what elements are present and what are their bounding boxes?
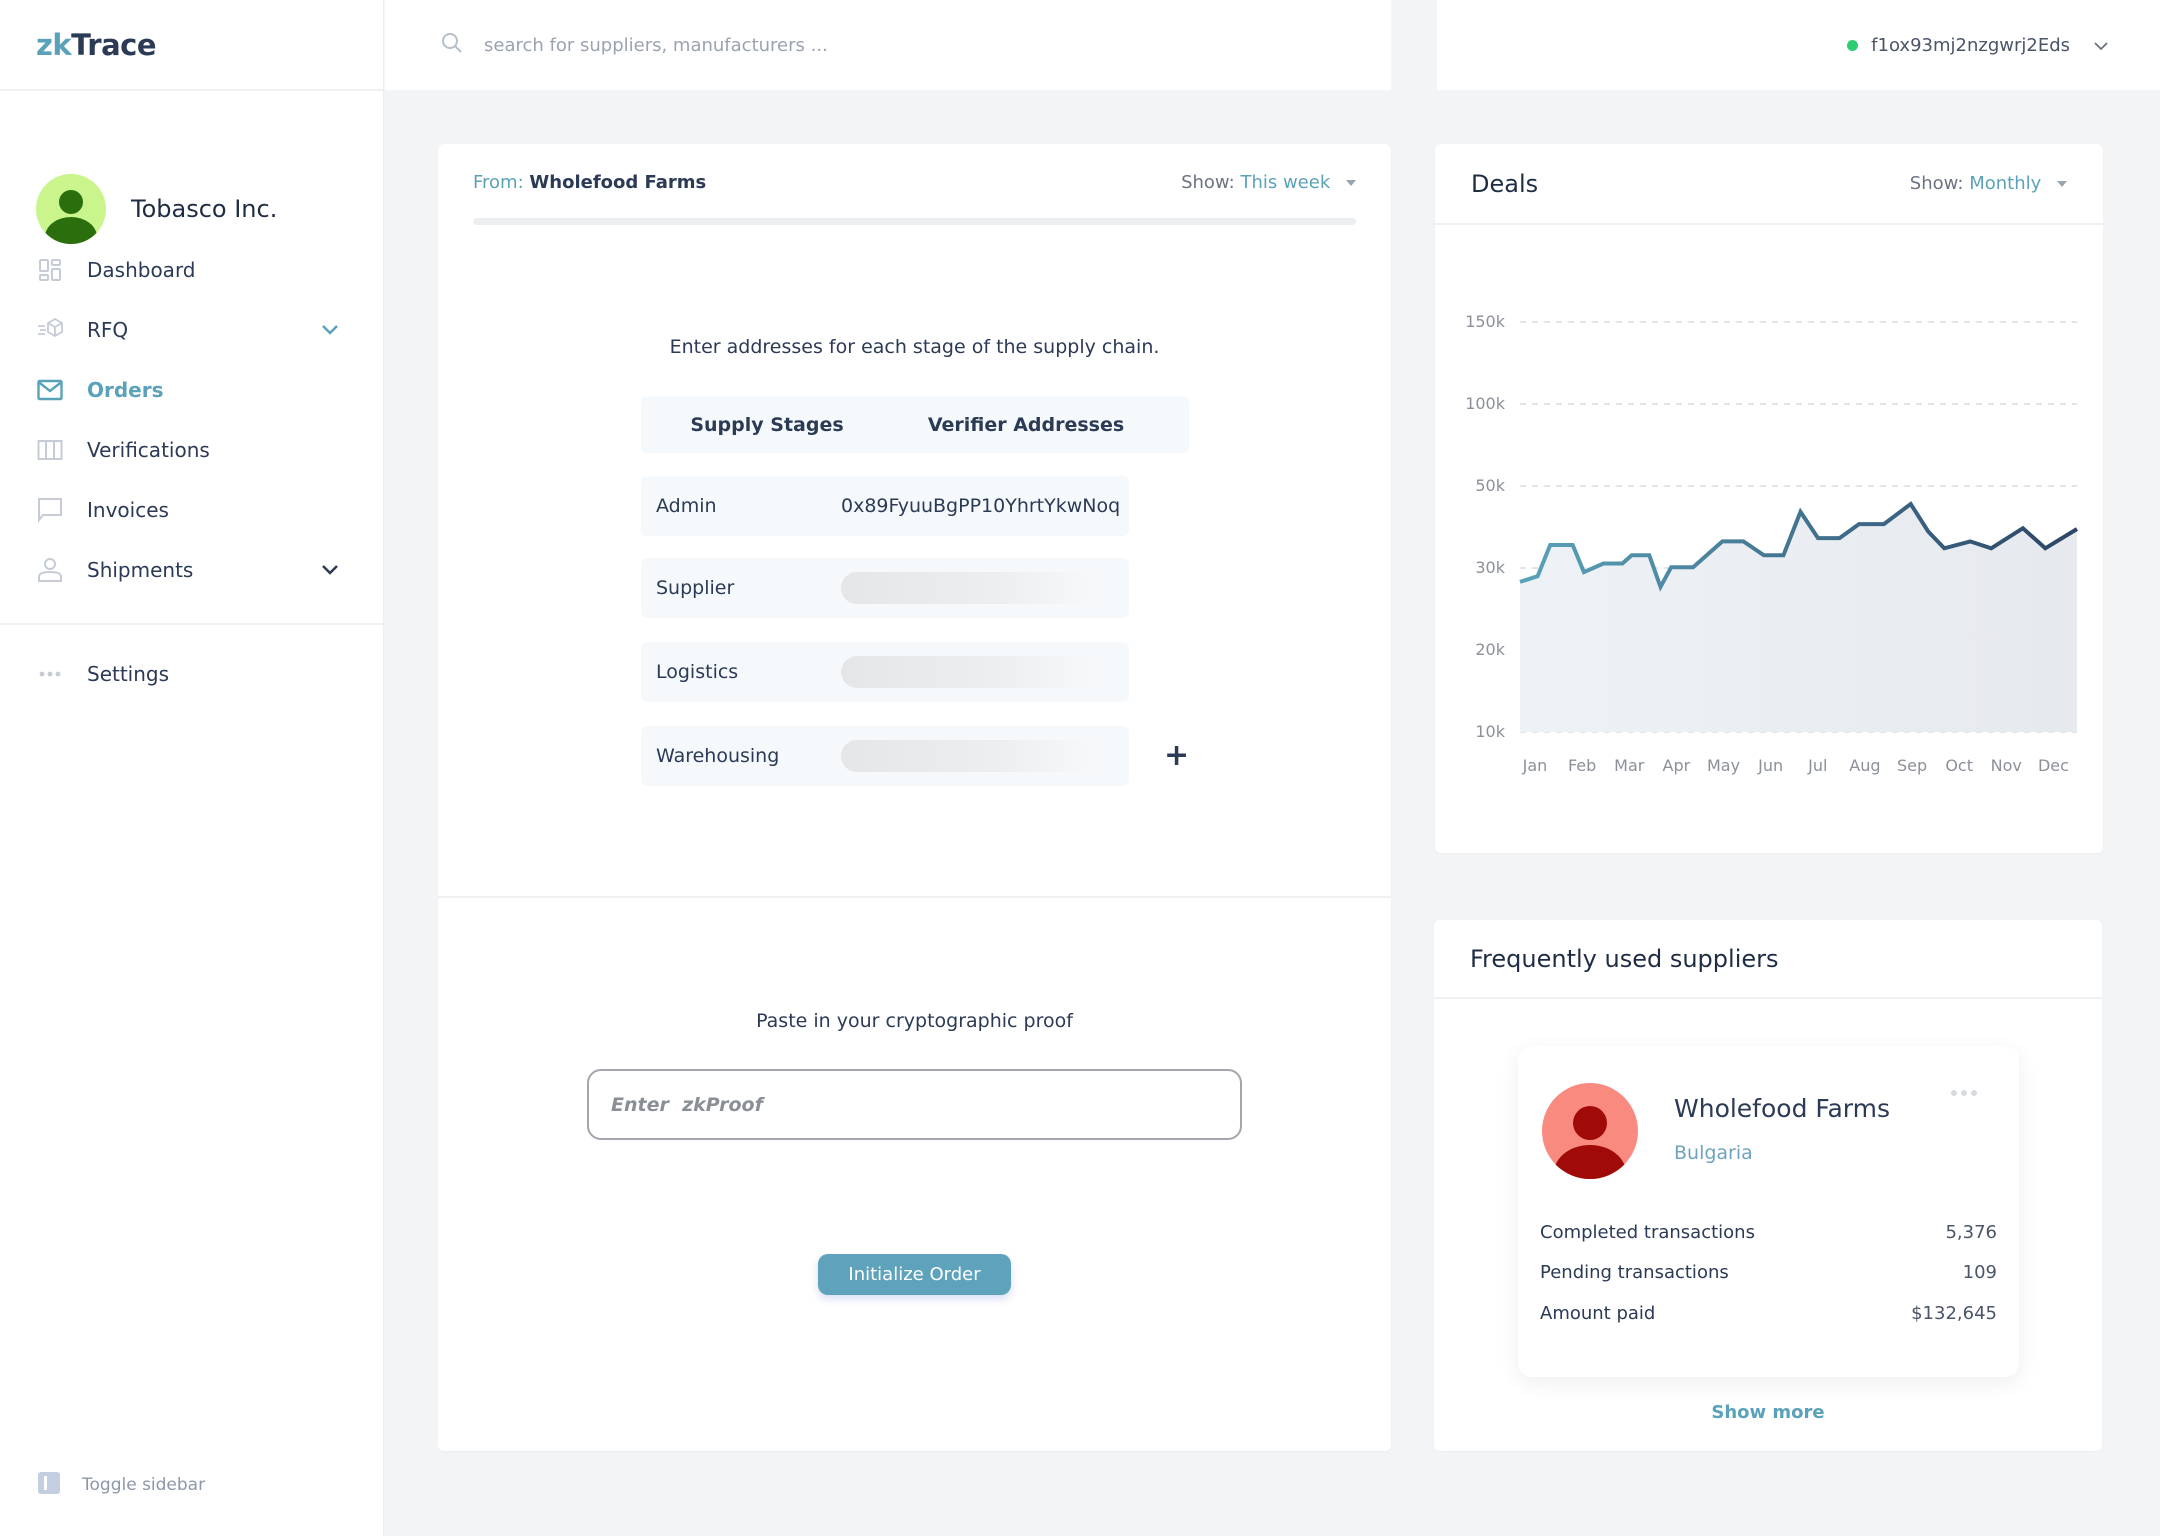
suppliers-card: Frequently used suppliers Wholefood Farm… (1434, 920, 2102, 1451)
sidebar-item-orders[interactable]: Orders (0, 360, 383, 420)
toggle-sidebar-button[interactable]: Toggle sidebar (38, 1472, 205, 1498)
show-more-link[interactable]: Show more (1434, 1402, 2102, 1423)
sidebar-item-settings[interactable]: Settings (0, 644, 383, 704)
table-row: Logistics (641, 642, 1129, 702)
column-header-stages: Supply Stages (690, 413, 844, 436)
more-dots-icon (36, 660, 64, 688)
x-tick-label: Jul (1807, 756, 1827, 775)
deals-card: Deals Show: Monthly 10k 20k 30k 50k 100k 150k… (1435, 144, 2103, 853)
search-bar (385, 0, 1391, 90)
column-header-addresses: Verifier Addresses (927, 413, 1125, 436)
supplier-name: Wholefood Farms (529, 172, 707, 193)
x-tick-label: Aug (1849, 756, 1880, 775)
x-tick-label: Jun (1757, 756, 1783, 775)
app-logo[interactable]: zkTrace (36, 28, 156, 62)
table-header: Supply Stages Verifier Addresses (641, 396, 1189, 453)
caret-down-icon (1346, 180, 1356, 186)
chevron-down-icon[interactable] (321, 561, 339, 580)
logo-bar: zkTrace (0, 0, 383, 91)
table-row: Admin 0x89FyuuBgPP10YhrtYkwNoq (641, 476, 1129, 536)
x-tick-label: May (1707, 756, 1740, 775)
stage-name: Admin (656, 495, 717, 517)
x-tick-label: Apr (1663, 756, 1691, 775)
initialize-order-button[interactable]: Initialize Order (818, 1254, 1011, 1295)
connection-status-dot (1847, 39, 1859, 51)
box-icon (36, 316, 64, 344)
y-tick-label: 100k (1465, 394, 1506, 413)
supplier-name: Wholefood Farms (1674, 1094, 1891, 1123)
warehousing-address-input[interactable] (841, 740, 1101, 772)
y-tick-label: 30k (1475, 558, 1505, 577)
supply-stages-table: Supply Stages Verifier Addresses Admin 0… (641, 396, 1189, 786)
stage-name: Supplier (656, 577, 735, 599)
stat-row: Pending transactions 109 (1540, 1262, 1997, 1283)
proof-label: Paste in your cryptographic proof (756, 1010, 1073, 1032)
chevron-down-icon[interactable] (321, 321, 339, 340)
wallet-selector[interactable]: f1ox93mj2nzgwrj2Eds (1847, 35, 2108, 56)
sidebar-item-settings-wrap: Settings (0, 644, 383, 704)
sidebar-item-rfq[interactable]: RFQ (0, 300, 383, 360)
supplier-avatar (1542, 1083, 1638, 1179)
sidebar-item-verifications[interactable]: Verifications (0, 420, 383, 480)
stat-row: Amount paid $132,645 (1540, 1303, 1997, 1324)
logistics-address-input[interactable] (841, 656, 1101, 688)
sidebar: zkTrace Tobasco Inc. Dashboard RFQ Order… (0, 0, 384, 1536)
chat-bubble-icon (36, 496, 64, 524)
x-tick-label: Jan (1522, 756, 1548, 775)
x-tick-label: Mar (1614, 756, 1645, 775)
order-progress-bar (473, 218, 1356, 225)
account-bar: f1ox93mj2nzgwrj2Eds (1437, 0, 2160, 90)
dashboard-grid-icon (36, 256, 64, 284)
y-tick-label: 50k (1475, 476, 1505, 495)
supplier-card[interactable]: Wholefood Farms Bulgaria Completed trans… (1518, 1046, 2019, 1377)
x-tick-label: Oct (1945, 756, 1973, 775)
section-divider (438, 896, 1391, 898)
stages-instruction: Enter addresses for each stage of the su… (669, 336, 1160, 358)
columns-icon (36, 436, 64, 464)
zkproof-input[interactable] (587, 1069, 1242, 1140)
search-icon (440, 31, 464, 59)
y-tick-label: 150k (1465, 312, 1506, 331)
supplier-address-input[interactable] (841, 572, 1101, 604)
sidebar-divider (0, 623, 383, 625)
table-row: Warehousing (641, 726, 1129, 786)
wallet-address: f1ox93mj2nzgwrj2Eds (1871, 34, 2070, 56)
deals-chart: 10k 20k 30k 50k 100k 150k Jan Feb Mar Apr May Jun J… (1465, 312, 2079, 775)
verifier-address[interactable]: 0x89FyuuBgPP10YhrtYkwNoq (841, 495, 1120, 517)
sidebar-item-invoices[interactable]: Invoices (0, 480, 383, 540)
profile-name: Tobasco Inc. (131, 195, 278, 223)
sidebar-item-dashboard[interactable]: Dashboard (0, 240, 383, 300)
series-area (1520, 504, 2077, 732)
more-options-icon[interactable] (1951, 1090, 1977, 1096)
chevron-down-icon (2094, 36, 2108, 55)
x-tick-label: Dec (2038, 756, 2069, 775)
x-tick-label: Nov (1991, 756, 2022, 775)
x-tick-label: Feb (1568, 756, 1596, 775)
avatar (36, 174, 106, 244)
order-card: From: Wholefood Farms Show: This week En… (438, 144, 1391, 1451)
stage-name: Logistics (656, 661, 739, 683)
supplier-country: Bulgaria (1674, 1142, 1753, 1164)
search-input[interactable] (484, 34, 1084, 56)
order-card-header: From: Wholefood Farms Show: This week (473, 172, 1356, 193)
sidebar-nav: Dashboard RFQ Orders Verifications Invoi… (0, 240, 383, 600)
stat-row: Completed transactions 5,376 (1540, 1222, 1997, 1243)
sidebar-toggle-icon (38, 1472, 60, 1498)
y-tick-label: 20k (1475, 640, 1505, 659)
user-icon (36, 556, 64, 584)
suppliers-title: Frequently used suppliers (1434, 920, 2102, 999)
stage-name: Warehousing (656, 745, 780, 767)
table-row: Supplier (641, 558, 1129, 618)
sidebar-item-shipments[interactable]: Shipments (0, 540, 383, 600)
x-tick-label: Sep (1897, 756, 1927, 775)
y-tick-label: 10k (1475, 722, 1505, 741)
period-dropdown[interactable]: Show: This week (1181, 172, 1356, 193)
add-stage-button[interactable]: + (1164, 741, 1189, 771)
envelope-icon (36, 376, 64, 404)
order-source: From: Wholefood Farms (473, 172, 707, 193)
